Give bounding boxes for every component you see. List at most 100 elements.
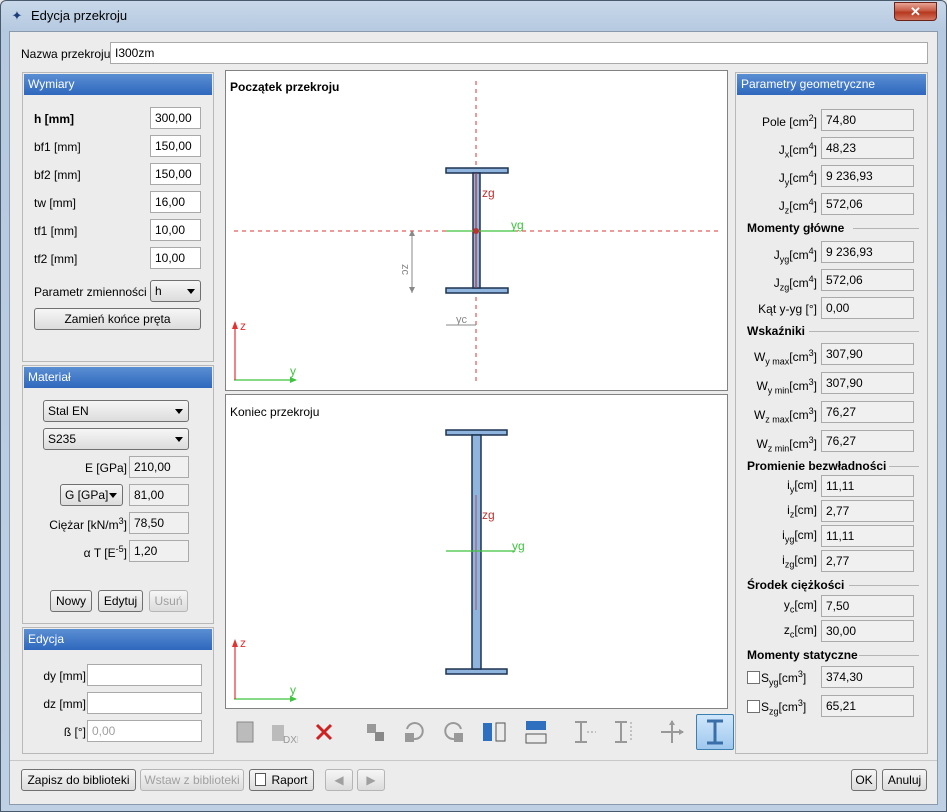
z-axis-label: z bbox=[240, 636, 246, 650]
section-start-drawing: zg yg zc yc z y bbox=[232, 81, 718, 383]
szg-checkbox[interactable] bbox=[747, 700, 760, 713]
wymax-value: 307,90 bbox=[821, 343, 914, 365]
weight-label: Ciężar [kN/m3] bbox=[49, 516, 127, 532]
ok-button[interactable]: OK bbox=[851, 769, 877, 791]
save-to-library-button[interactable]: Zapisz do biblioteki bbox=[21, 769, 136, 791]
wzmin-label-text: W bbox=[756, 437, 768, 451]
y-axis-label: y bbox=[290, 683, 296, 697]
import-dxf-icon[interactable]: DXF bbox=[266, 715, 300, 749]
app-icon: ✦ bbox=[11, 8, 23, 23]
geometry-panel: Parametry geometryczne Pole [cm2] 74,80 … bbox=[735, 72, 928, 754]
yc-value: 7,50 bbox=[821, 595, 914, 617]
dy-input[interactable] bbox=[87, 664, 202, 686]
steel-class-select[interactable]: S235 bbox=[43, 428, 189, 450]
import-section-icon[interactable] bbox=[228, 715, 262, 749]
zc-label: zc[cm] bbox=[784, 623, 817, 639]
mirror-vertical-icon[interactable] bbox=[519, 715, 553, 749]
section-name-label: Nazwa przekroju bbox=[21, 47, 111, 61]
syg-checkbox[interactable] bbox=[747, 671, 760, 684]
swap-ends-button[interactable]: Zamień końce pręta bbox=[34, 308, 201, 330]
divider bbox=[809, 331, 919, 332]
rotate-left-icon[interactable] bbox=[397, 715, 431, 749]
szg-label-tail: [cm bbox=[778, 700, 798, 714]
rotate-right-icon[interactable] bbox=[437, 715, 471, 749]
alpha-label: α T [E-5] bbox=[84, 544, 127, 560]
connect-icon[interactable] bbox=[359, 715, 393, 749]
jy-label-sup: 4 bbox=[808, 169, 814, 179]
zg-axis-label: zg bbox=[482, 186, 495, 200]
dz-label: dz [mm] bbox=[43, 697, 86, 711]
divider bbox=[853, 228, 919, 229]
arrow-left-icon: ◀ bbox=[334, 773, 344, 787]
undo-button[interactable]: ◀ bbox=[325, 769, 353, 791]
jx-value: 48,23 bbox=[821, 137, 914, 159]
divider bbox=[849, 585, 919, 586]
szg-label-sup: 3 bbox=[797, 698, 803, 708]
insert-from-library-button[interactable]: Wstaw z biblioteki bbox=[140, 769, 244, 791]
centroid-heading: Środek ciężkości bbox=[747, 578, 919, 592]
wzmin-value: 76,27 bbox=[821, 430, 914, 452]
dim-input-tf2[interactable]: 10,00 bbox=[150, 247, 201, 269]
zc-label-tail: [cm] bbox=[794, 623, 817, 637]
mirror-horizontal-icon[interactable] bbox=[478, 715, 512, 749]
alpha-value: 1,20 bbox=[129, 540, 189, 562]
jz-label: Jz[cm4] bbox=[778, 197, 817, 216]
section-name-input[interactable]: I300zm bbox=[110, 42, 928, 64]
cancel-button[interactable]: Anuluj bbox=[882, 769, 927, 791]
variation-param-select[interactable]: h bbox=[150, 280, 201, 302]
jz-label-tail: [cm bbox=[789, 199, 809, 213]
dim-input-h[interactable]: 300,00 bbox=[150, 107, 201, 129]
g-modulus-select[interactable]: G [GPa] bbox=[60, 484, 123, 506]
section-view-icon[interactable] bbox=[696, 714, 734, 750]
title-bar[interactable]: ✦ Edycja przekroju ✕ bbox=[1, 1, 946, 31]
wzmax-label-tail: [cm bbox=[789, 408, 809, 422]
material-panel: Materiał Stal EN S235 E [GPa] 210,00 G [… bbox=[22, 365, 214, 624]
dimensions-panel: Wymiary h [mm] 300,00 bf1 [mm] 150,00 bf… bbox=[22, 72, 214, 362]
divider bbox=[889, 466, 919, 467]
chevron-down-icon bbox=[187, 289, 195, 294]
redo-button[interactable]: ▶ bbox=[357, 769, 385, 791]
edit-material-button[interactable]: Edytuj bbox=[98, 590, 143, 612]
alpha-label-text: α T [E bbox=[83, 546, 116, 560]
wzmax-label-sup: 3 bbox=[808, 406, 814, 416]
report-button[interactable]: Raport bbox=[249, 769, 314, 791]
delete-material-button[interactable]: Usuń bbox=[149, 590, 188, 612]
weight-label-text: Ciężar [kN/m bbox=[49, 518, 119, 532]
wzmin-label-sup: 3 bbox=[808, 435, 814, 445]
dim-input-tf1[interactable]: 10,00 bbox=[150, 219, 201, 241]
dimensions-header: Wymiary bbox=[24, 74, 212, 95]
radii-text: Promienie bezwładności bbox=[747, 459, 887, 473]
flange-align-icon[interactable] bbox=[566, 715, 600, 749]
dim-input-tw[interactable]: 16,00 bbox=[150, 191, 201, 213]
jz-label-sup: 4 bbox=[808, 197, 814, 207]
geometry-header: Parametry geometryczne bbox=[737, 74, 926, 95]
edit-panel: Edycja dy [mm] dz [mm] ß [°] 0,00 bbox=[22, 627, 214, 754]
delete-icon[interactable] bbox=[307, 715, 341, 749]
material-grade-select[interactable]: Stal EN bbox=[43, 400, 189, 422]
zc-value: 30,00 bbox=[821, 620, 914, 642]
close-button[interactable]: ✕ bbox=[894, 2, 937, 21]
dim-input-bf1[interactable]: 150,00 bbox=[150, 135, 201, 157]
chevron-down-icon bbox=[175, 437, 183, 442]
dim-label-tw: tw [mm] bbox=[34, 196, 76, 210]
chevron-down-icon bbox=[175, 409, 183, 414]
dim-input-bf2[interactable]: 150,00 bbox=[150, 163, 201, 185]
jzg-label: Jzg[cm4] bbox=[773, 274, 817, 293]
jzg-label-sup: 4 bbox=[808, 274, 814, 284]
section-end-view[interactable]: Koniec przekroju zg yg z y bbox=[225, 394, 728, 709]
szg-label: Szg[cm3] bbox=[761, 698, 807, 717]
jzg-value: 572,06 bbox=[821, 269, 914, 291]
section-start-view[interactable]: Początek przekroju zg yg zc yc z y bbox=[225, 70, 728, 391]
new-material-button[interactable]: Nowy bbox=[50, 590, 92, 612]
yc-dim-label: yc bbox=[456, 314, 468, 326]
iy-label-tail: [cm] bbox=[794, 478, 817, 492]
flange-height-icon[interactable] bbox=[607, 715, 641, 749]
yg-axis-label: yg bbox=[512, 539, 525, 553]
beta-input[interactable]: 0,00 bbox=[87, 720, 202, 742]
material-header: Materiał bbox=[24, 367, 212, 388]
iy-value: 11,11 bbox=[821, 475, 914, 497]
dz-input[interactable] bbox=[87, 692, 202, 714]
wymin-value: 307,90 bbox=[821, 372, 914, 394]
jz-value: 572,06 bbox=[821, 193, 914, 215]
move-icon[interactable] bbox=[655, 715, 689, 749]
